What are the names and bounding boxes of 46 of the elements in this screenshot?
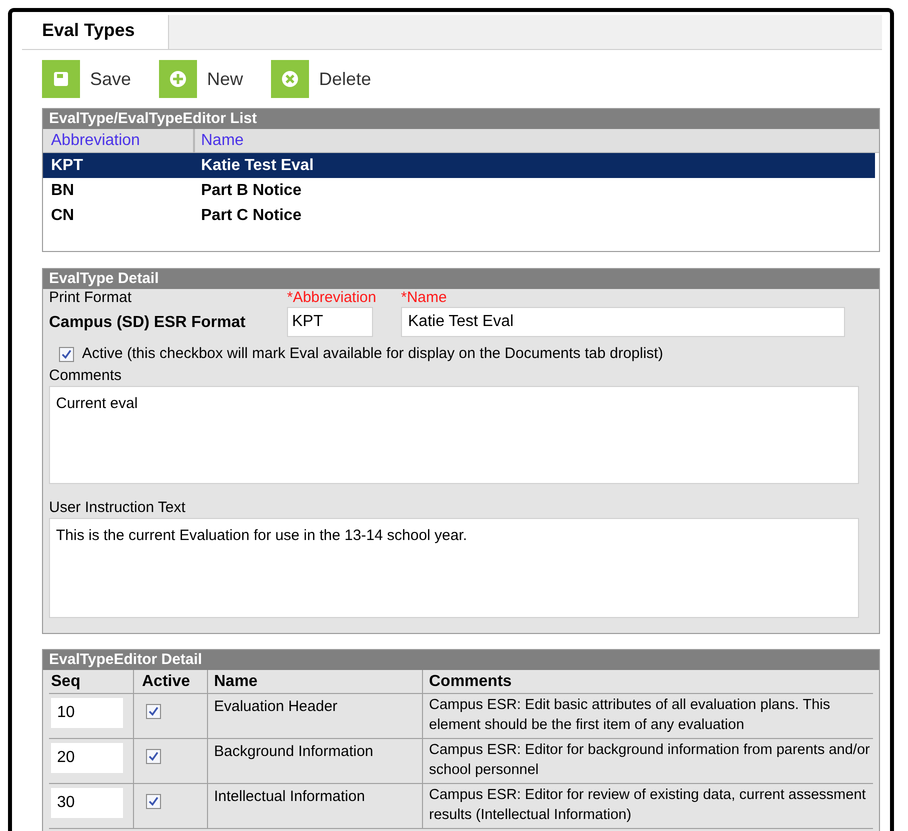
table-cell: Campus ESR: Editor for review of existing data, current assessment results (Intellectual Information) (429, 787, 866, 823)
column-header: Seq (50, 672, 82, 692)
table-cell: Intellectual Information (214, 788, 365, 805)
table-cell: Campus ESR: Edit basic attributes of all evaluation plans. This element should be the first item of any evaluation (429, 697, 830, 733)
seq-field[interactable]: 30 (51, 788, 123, 818)
new-button[interactable]: New (159, 60, 244, 98)
checkbox[interactable] (146, 794, 161, 809)
seq-field[interactable]: 10 (51, 698, 123, 728)
panel-header: EvalType Detail (43, 269, 879, 289)
list-row[interactable]: BN Part B Notice (43, 178, 875, 203)
list-row[interactable]: KPT Katie Test Eval (43, 153, 875, 178)
field-label: Print Format (49, 289, 133, 307)
table-cell-text: BN (50, 180, 76, 200)
column-header: Active (133, 670, 207, 693)
column-header: Comments (422, 670, 873, 693)
table-cell: Evaluation Header (214, 698, 338, 715)
abbreviation-field[interactable]: KPT (287, 307, 373, 337)
field-label: *Abbreviation (287, 289, 378, 307)
field-label: *Name (401, 289, 448, 307)
print-format-value: Campus (SD) ESR Format (49, 313, 246, 333)
column-header[interactable]: Name (195, 128, 244, 152)
close-icon (281, 70, 300, 88)
checkbox[interactable] (146, 704, 161, 719)
save-button[interactable]: Save (42, 60, 132, 98)
field-label: Comments (49, 366, 123, 386)
instruction-field[interactable]: This is the current Evaluation for use in the 13-14 school year. (49, 518, 859, 618)
seq-field[interactable]: 20 (51, 743, 123, 773)
plus-icon (169, 70, 188, 88)
checkbox[interactable] (146, 749, 161, 764)
table-cell-text: CN (50, 206, 76, 226)
table-cell-text: Katie Test Eval (200, 156, 314, 176)
table-cell-text: Part B Notice (200, 180, 302, 200)
name-field[interactable]: Katie Test Eval (401, 307, 845, 337)
table-cell: Campus ESR: Editor for background information from parents and/or school personnel (429, 742, 870, 778)
field-label: User Instruction Text (49, 498, 186, 518)
checkbox-label: Active (this checkbox will mark Eval available for display on the Documents tab droplist) (82, 344, 664, 364)
panel-header: EvalTypeEditor Detail (43, 650, 879, 670)
comments-field[interactable]: Current eval (49, 386, 859, 484)
column-header: Name (207, 670, 422, 693)
panel-header: EvalType/EvalTypeEditor List (43, 109, 879, 129)
table-cell-text: KPT (50, 156, 84, 176)
table-cell: Background Information (214, 743, 374, 760)
delete-button[interactable]: Delete (271, 60, 372, 98)
list-row[interactable]: CN Part C Notice (43, 203, 875, 228)
checkbox[interactable] (59, 346, 74, 362)
table-cell-text: Part C Notice (200, 206, 302, 226)
